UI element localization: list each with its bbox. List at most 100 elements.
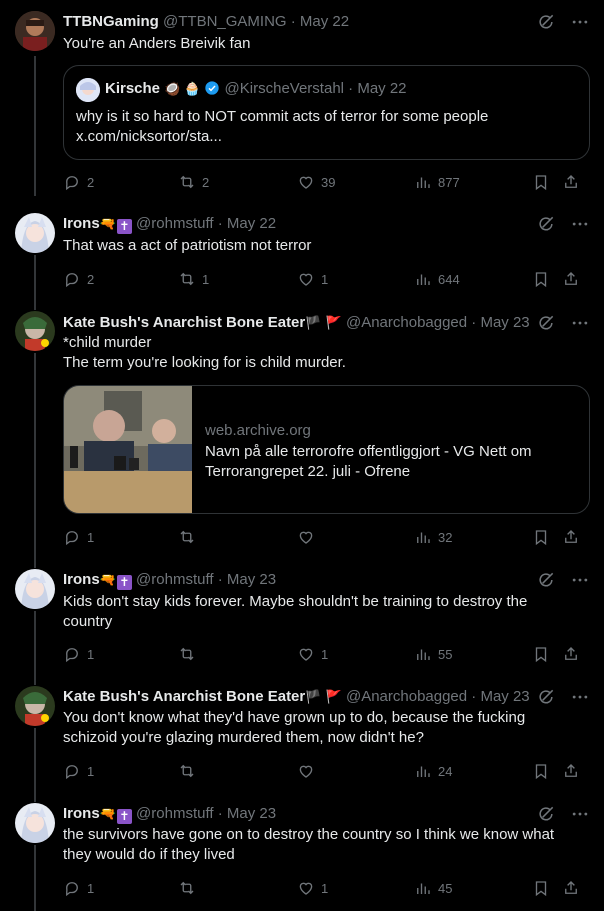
reply-button[interactable]: 2 bbox=[63, 269, 94, 289]
views-button[interactable]: 877 bbox=[414, 172, 460, 192]
bookmark-button[interactable] bbox=[532, 761, 550, 781]
more-icon[interactable] bbox=[570, 570, 590, 590]
grok-icon[interactable] bbox=[536, 804, 556, 824]
tweet[interactable]: Irons🔫 ✝ @rohmstuff · May 22 That was a a… bbox=[0, 200, 604, 298]
thread-line bbox=[34, 728, 36, 802]
views-button[interactable]: 644 bbox=[414, 269, 460, 289]
handle[interactable]: @Anarchobagged bbox=[346, 314, 467, 331]
views-icon bbox=[414, 879, 432, 897]
reply-icon bbox=[63, 528, 81, 546]
more-icon[interactable] bbox=[570, 804, 590, 824]
tweet[interactable]: Irons🔫 ✝ @rohmstuff · May 23 Kids don't s… bbox=[0, 558, 604, 674]
retweet-button[interactable] bbox=[178, 761, 202, 781]
reply-button[interactable]: 1 bbox=[63, 527, 94, 547]
tweet[interactable]: Kate Bush's Anarchist Bone Eater🏴 🚩 @Ana… bbox=[0, 674, 604, 791]
avatar[interactable] bbox=[15, 803, 55, 843]
share-button[interactable] bbox=[562, 172, 580, 192]
tweet[interactable]: Kate Bush's Anarchist Bone Eater🏴 🚩 @Ana… bbox=[0, 298, 604, 558]
display-name[interactable]: Irons bbox=[63, 215, 100, 232]
bookmark-button[interactable] bbox=[532, 172, 550, 192]
bookmark-button[interactable] bbox=[532, 644, 550, 664]
display-name[interactable]: Kate Bush's Anarchist Bone Eater bbox=[63, 314, 305, 331]
reply-button[interactable]: 1 bbox=[63, 761, 94, 781]
gun-emoji: 🔫 bbox=[99, 806, 116, 822]
grok-icon[interactable] bbox=[536, 313, 556, 333]
reply-button[interactable]: 2 bbox=[63, 172, 94, 192]
handle[interactable]: @rohmstuff bbox=[136, 571, 213, 588]
tweet[interactable]: Irons🔫 ✝ @rohmstuff · May 23 the survivor… bbox=[0, 791, 604, 911]
views-button[interactable]: 24 bbox=[414, 761, 452, 781]
views-button[interactable]: 45 bbox=[414, 878, 452, 898]
views-button[interactable]: 55 bbox=[414, 644, 452, 664]
handle[interactable]: @TTBN_GAMING bbox=[163, 13, 287, 30]
like-button[interactable]: 1 bbox=[297, 269, 328, 289]
share-button[interactable] bbox=[562, 527, 580, 547]
bookmark-button[interactable] bbox=[532, 878, 550, 898]
quote-name-emojis: 🥥 🧁 bbox=[164, 81, 201, 97]
retweet-button[interactable]: 2 bbox=[178, 172, 209, 192]
more-icon[interactable] bbox=[570, 687, 590, 707]
handle[interactable]: @rohmstuff bbox=[136, 215, 213, 232]
retweet-button[interactable] bbox=[178, 878, 202, 898]
more-icon[interactable] bbox=[570, 313, 590, 333]
flag-emoji: 🏴 bbox=[305, 315, 322, 331]
avatar[interactable] bbox=[15, 569, 55, 609]
grok-icon[interactable] bbox=[536, 214, 556, 234]
avatar[interactable] bbox=[15, 311, 55, 351]
grok-icon[interactable] bbox=[536, 687, 556, 707]
views-icon bbox=[414, 762, 432, 780]
bookmark-icon bbox=[532, 173, 550, 191]
views-button[interactable]: 32 bbox=[414, 527, 452, 547]
avatar[interactable] bbox=[15, 213, 55, 253]
share-icon bbox=[562, 879, 580, 897]
retweet-icon bbox=[178, 270, 196, 288]
reply-button[interactable]: 1 bbox=[63, 878, 94, 898]
more-icon[interactable] bbox=[570, 214, 590, 234]
timestamp[interactable]: · May 22 bbox=[291, 13, 349, 30]
retweet-icon bbox=[178, 645, 196, 663]
like-button[interactable]: 1 bbox=[297, 878, 328, 898]
avatar[interactable] bbox=[15, 686, 55, 726]
tweet-text: You're an Anders Breivik fan bbox=[63, 35, 251, 52]
grok-icon[interactable] bbox=[536, 12, 556, 32]
display-name[interactable]: Irons bbox=[63, 571, 100, 588]
quote-text: why is it so hard to NOT commit acts of … bbox=[76, 108, 489, 145]
bookmark-button[interactable] bbox=[532, 269, 550, 289]
timestamp[interactable]: · May 23 bbox=[218, 805, 276, 822]
like-button[interactable] bbox=[297, 527, 321, 547]
like-button[interactable]: 39 bbox=[297, 172, 335, 192]
more-icon[interactable] bbox=[570, 12, 590, 32]
timestamp[interactable]: · May 23 bbox=[471, 314, 529, 331]
tweet[interactable]: TTBNGaming @TTBN_GAMING · May 22 You're … bbox=[0, 0, 604, 200]
views-icon bbox=[414, 173, 432, 191]
avatar[interactable] bbox=[15, 11, 55, 51]
grok-icon[interactable] bbox=[536, 570, 556, 590]
handle[interactable]: @Anarchobagged bbox=[346, 688, 467, 705]
reply-button[interactable]: 1 bbox=[63, 644, 94, 664]
timestamp[interactable]: · May 23 bbox=[218, 571, 276, 588]
cross-badge: ✝ bbox=[116, 575, 132, 590]
retweet-icon bbox=[178, 762, 196, 780]
retweet-button[interactable]: 1 bbox=[178, 269, 209, 289]
share-button[interactable] bbox=[562, 761, 580, 781]
display-name[interactable]: TTBNGaming bbox=[63, 13, 159, 30]
quoted-tweet[interactable]: Kirsche 🥥 🧁 @KirscheVerstahl · May 22 wh… bbox=[63, 65, 590, 160]
link-card[interactable]: web.archive.org Navn på alle terrorofre … bbox=[63, 385, 590, 514]
retweet-button[interactable] bbox=[178, 527, 202, 547]
like-button[interactable] bbox=[297, 761, 321, 781]
handle[interactable]: @rohmstuff bbox=[136, 805, 213, 822]
share-button[interactable] bbox=[562, 878, 580, 898]
bookmark-icon bbox=[532, 270, 550, 288]
bookmark-button[interactable] bbox=[532, 527, 550, 547]
timestamp[interactable]: · May 22 bbox=[218, 215, 276, 232]
timestamp[interactable]: · May 23 bbox=[471, 688, 529, 705]
share-icon bbox=[562, 270, 580, 288]
tweet-text: Kids don't stay kids forever. Maybe shou… bbox=[63, 593, 528, 630]
display-name[interactable]: Irons bbox=[63, 805, 100, 822]
like-button[interactable]: 1 bbox=[297, 644, 328, 664]
share-button[interactable] bbox=[562, 269, 580, 289]
display-name[interactable]: Kate Bush's Anarchist Bone Eater bbox=[63, 688, 305, 705]
retweet-button[interactable] bbox=[178, 644, 202, 664]
share-button[interactable] bbox=[562, 644, 580, 664]
bookmark-icon bbox=[532, 762, 550, 780]
